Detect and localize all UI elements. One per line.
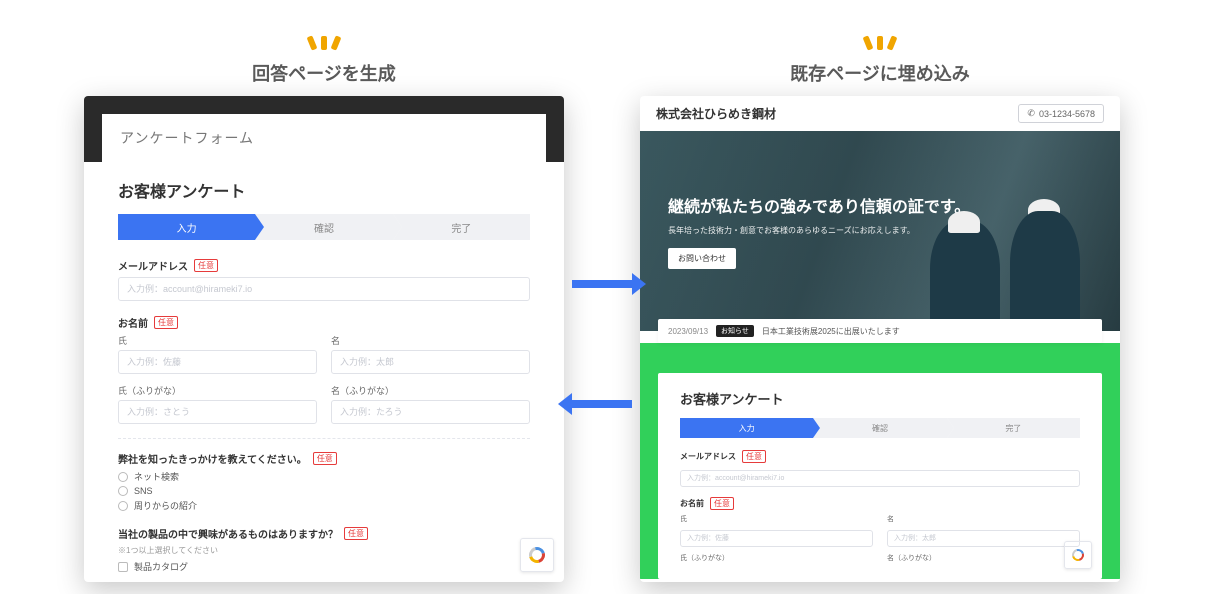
step-confirm[interactable]: 確認 [255,214,392,240]
hero-section: 継続が私たちの強みであり信頼の証です。 長年培った技術力・創意でお客様のあらゆる… [640,131,1120,331]
name-label: お名前 [680,498,704,509]
email-field-block: メールアドレス 任意 [680,450,1080,487]
arrow-left-icon [572,400,632,408]
q1-label: 弊社を知ったきっかけを教えてください。 [118,451,307,466]
news-tag: お知らせ [716,325,754,337]
embed-wrap: お客様アンケート 入力 確認 完了 メールアドレス 任意 お名前 [640,343,1120,579]
right-panel: 既存ページに埋め込み 株式会社ひらめき鋼材 ✆ 03-1234-5678 継続が… [640,36,1120,582]
step-complete[interactable]: 完了 [947,418,1080,438]
recaptcha-badge[interactable] [520,538,554,572]
q1-option-1[interactable]: SNS [118,486,530,496]
required-badge: 任意 [742,450,766,463]
step-input[interactable]: 入力 [118,214,255,240]
mei-kana-input[interactable] [331,400,530,424]
name-field-block: お名前 任意 氏 名 [680,497,1080,566]
mei-label: 名 [331,334,530,347]
progress-steps: 入力 確認 完了 [680,418,1080,438]
email-input[interactable] [680,470,1080,487]
recaptcha-icon [1070,547,1086,563]
survey-title: お客様アンケート [680,389,1080,408]
required-badge: 任意 [313,452,337,465]
email-label: メールアドレス [680,451,736,462]
left-panel-title: 回答ページを生成 [84,60,564,86]
sparkle-icon [640,36,1120,54]
news-text: 日本工業技術展2025に出展いたします [762,326,900,337]
divider [118,438,530,439]
phone-button[interactable]: ✆ 03-1234-5678 [1018,104,1104,123]
q2-label: 当社の製品の中で興味があるものはありますか？ [118,526,338,541]
q2-hint: ※1つ以上選択してください [118,545,530,556]
checkbox-icon [118,562,128,572]
sei-kana-input[interactable] [118,400,317,424]
site-header: 株式会社ひらめき鋼材 ✆ 03-1234-5678 [640,96,1120,131]
mei-input[interactable] [331,350,530,374]
step-complete[interactable]: 完了 [393,214,530,240]
sei-label: 氏 [118,334,317,347]
radio-icon [118,486,128,496]
mei-kana-label: 名（ふりがな） [887,553,1080,563]
helmet-icon [948,211,980,233]
q2-block: 当社の製品の中で興味があるものはありますか？ 任意 ※1つ以上選択してください … [118,526,530,573]
q1-block: 弊社を知ったきっかけを教えてください。 任意 ネット検索 SNS 周りからの紹介 [118,451,530,512]
sei-label: 氏 [680,514,873,524]
contact-button[interactable]: お問い合わせ [668,248,736,269]
sei-kana-label: 氏（ふりがな） [118,384,317,397]
mei-kana-label: 名（ふりがな） [331,384,530,397]
required-badge: 任意 [344,527,368,540]
mei-input[interactable] [887,530,1080,547]
site-name: 株式会社ひらめき鋼材 [656,105,776,122]
sei-kana-label: 氏（ふりがな） [680,553,873,563]
email-field-block: メールアドレス 任意 [118,258,530,301]
right-card: 株式会社ひらめき鋼材 ✆ 03-1234-5678 継続が私たちの強みであり信頼… [640,96,1120,582]
mei-label: 名 [887,514,1080,524]
name-label: お名前 [118,315,148,330]
left-panel: 回答ページを生成 アンケートフォーム お客様アンケート 入力 確認 完了 メール… [84,36,564,582]
q2-option-0[interactable]: 製品カタログ [118,560,530,573]
window-header: アンケートフォーム [84,96,564,162]
arrow-right-icon [572,280,632,288]
step-confirm[interactable]: 確認 [813,418,946,438]
helmet-icon [1028,199,1060,221]
left-card: アンケートフォーム お客様アンケート 入力 確認 完了 メールアドレス 任意 お… [84,96,564,582]
sparkle-icon [84,36,564,54]
survey-title: お客様アンケート [118,178,530,202]
hero-image [900,161,1100,331]
sei-input[interactable] [680,530,873,547]
step-input[interactable]: 入力 [680,418,813,438]
phone-number: 03-1234-5678 [1039,109,1095,119]
email-label: メールアドレス [118,258,188,273]
radio-icon [118,501,128,511]
q1-option-0[interactable]: ネット検索 [118,470,530,483]
email-input[interactable] [118,277,530,301]
news-date: 2023/09/13 [668,327,708,336]
embedded-form: お客様アンケート 入力 確認 完了 メールアドレス 任意 お名前 [658,373,1102,579]
required-badge: 任意 [710,497,734,510]
required-badge: 任意 [194,259,218,272]
q1-option-2[interactable]: 周りからの紹介 [118,499,530,512]
news-bar[interactable]: 2023/09/13 お知らせ 日本工業技術展2025に出展いたします [658,319,1102,343]
required-badge: 任意 [154,316,178,329]
radio-icon [118,472,128,482]
recaptcha-icon [526,544,548,566]
sei-input[interactable] [118,350,317,374]
recaptcha-badge[interactable] [1064,541,1092,569]
name-field-block: お名前 任意 氏 名 氏（ふりがな） [118,315,530,424]
right-panel-title: 既存ページに埋め込み [640,60,1120,86]
phone-icon: ✆ [1027,108,1035,119]
progress-steps: 入力 確認 完了 [118,214,530,240]
form-header: アンケートフォーム [102,114,546,162]
